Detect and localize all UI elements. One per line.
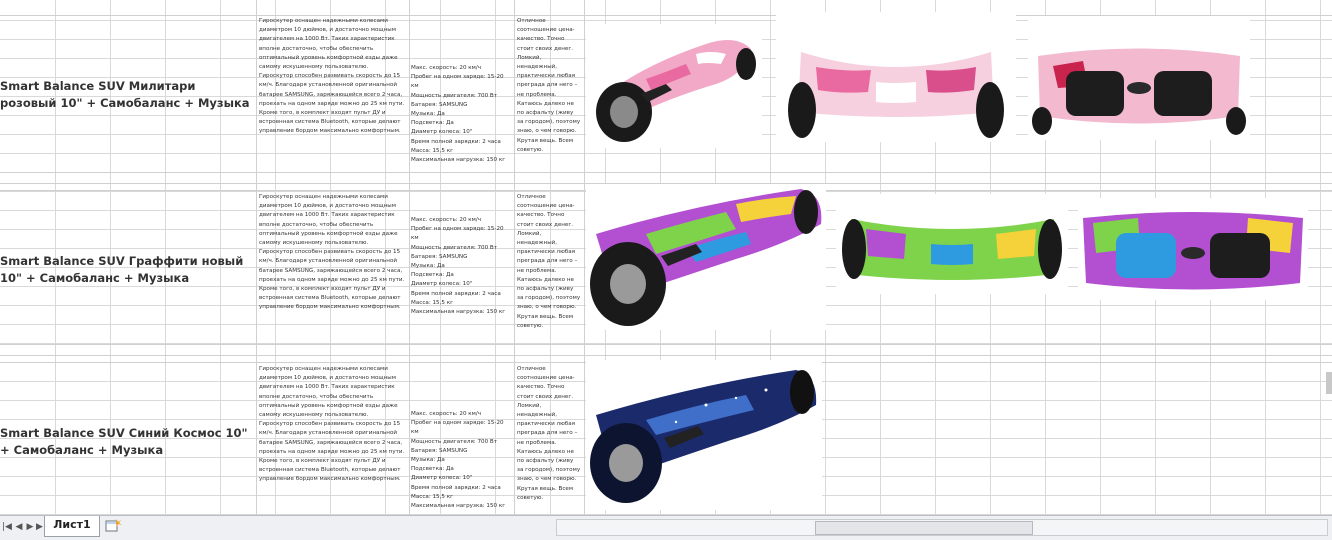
prev-sheet-icon[interactable]: ◀ bbox=[14, 521, 24, 533]
product-review[interactable]: Отличное соотношение цена-качество. Точн… bbox=[517, 17, 581, 169]
hoverboard-photo[interactable] bbox=[586, 184, 826, 330]
product-name[interactable]: Smart Balance SUV Милитари розовый 10" +… bbox=[0, 78, 255, 112]
hoverboard-photo[interactable] bbox=[586, 24, 762, 148]
product-name[interactable]: Smart Balance SUV Граффити новый 10" + С… bbox=[0, 253, 255, 287]
row-border bbox=[0, 344, 1332, 345]
horizontal-scroll-thumb[interactable] bbox=[815, 521, 1033, 535]
product-description[interactable]: Гироскутер оснащен надежными колесами ди… bbox=[259, 193, 407, 343]
column-border bbox=[584, 0, 585, 515]
insert-sheet-icon bbox=[105, 519, 122, 532]
product-review[interactable]: Отличное соотношение цена-качество. Точн… bbox=[517, 365, 581, 515]
spreadsheet-grid[interactable]: Smart Balance SUV Милитари розовый 10" +… bbox=[0, 0, 1332, 515]
column-border bbox=[256, 0, 257, 515]
product-description[interactable]: Гироскутер оснащен надежными колесами ди… bbox=[259, 17, 407, 167]
hoverboard-image bbox=[590, 189, 822, 326]
product-review[interactable]: Отличное соотношение цена-качество. Точн… bbox=[517, 193, 581, 343]
product-specs[interactable]: Макс. скорость: 20 км/ч Пробег на одном … bbox=[411, 410, 511, 515]
sheet-tab-bar: |◀ ◀ ▶ ▶| Лист1 bbox=[0, 515, 1332, 540]
product-specs[interactable]: Макс. скорость: 20 км/ч Пробег на одном … bbox=[411, 216, 511, 336]
row-border bbox=[0, 172, 1332, 173]
hoverboard-photo[interactable] bbox=[836, 194, 1068, 294]
insert-sheet-button[interactable] bbox=[101, 518, 125, 534]
row-border bbox=[0, 355, 1332, 356]
vertical-scroll-thumb[interactable] bbox=[1326, 372, 1332, 394]
sheet-tab[interactable]: Лист1 bbox=[44, 516, 100, 537]
hoverboard-image bbox=[590, 370, 817, 503]
column-border bbox=[514, 0, 515, 515]
product-specs[interactable]: Макс. скорость: 20 км/ч Пробег на одном … bbox=[411, 64, 511, 172]
hoverboard-image bbox=[842, 219, 1062, 280]
hoverboard-photo[interactable] bbox=[776, 12, 1016, 142]
hoverboard-image bbox=[1032, 48, 1246, 135]
hoverboard-image bbox=[596, 40, 756, 142]
hoverboard-image bbox=[1083, 212, 1303, 290]
product-description[interactable]: Гироскутер оснащен надежными колесами ди… bbox=[259, 365, 407, 515]
horizontal-scrollbar[interactable] bbox=[556, 519, 1328, 536]
product-name[interactable]: Smart Balance SUV Синий Космос 10" + Сам… bbox=[0, 425, 255, 459]
first-sheet-icon[interactable]: |◀ bbox=[2, 521, 12, 533]
hoverboard-photo[interactable] bbox=[1028, 16, 1250, 140]
hoverboard-image bbox=[788, 52, 1004, 138]
hoverboard-photo[interactable] bbox=[1078, 198, 1308, 300]
next-sheet-icon[interactable]: ▶ bbox=[25, 521, 35, 533]
hoverboard-photo[interactable] bbox=[586, 360, 822, 510]
column-border bbox=[409, 0, 410, 515]
